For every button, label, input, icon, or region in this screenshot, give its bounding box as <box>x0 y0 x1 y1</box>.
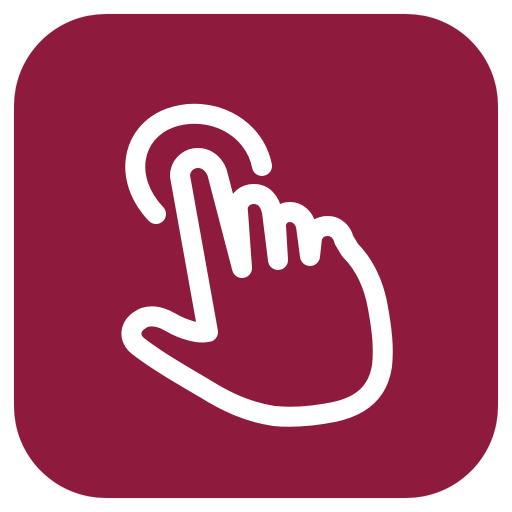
app-icon-background <box>14 14 498 498</box>
app-icon[interactable] <box>14 14 498 498</box>
icon-canvas <box>0 0 512 512</box>
tap-gesture-icon <box>14 14 498 498</box>
